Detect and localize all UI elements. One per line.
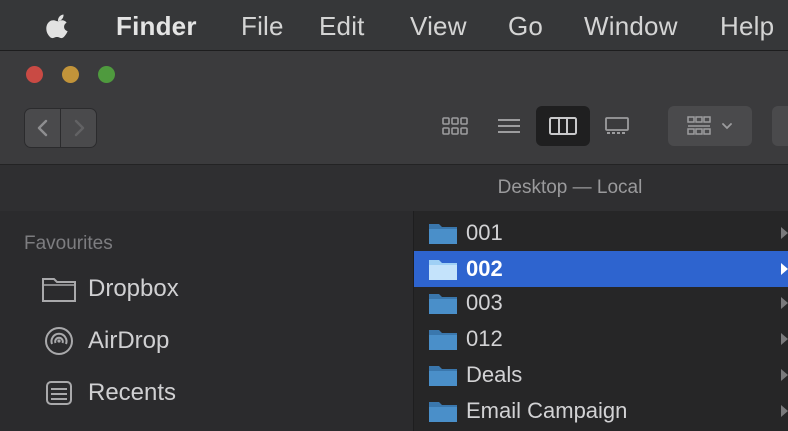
minimize-window-button[interactable] [62, 66, 79, 83]
menu-bar: Finder File Edit View Go Window Help [0, 0, 788, 51]
folder-icon [429, 366, 457, 386]
dropbox-folder-icon [40, 274, 78, 304]
forward-button[interactable] [60, 108, 97, 148]
column-view-icon [549, 117, 577, 135]
icon-view-icon [442, 117, 468, 135]
recents-icon [40, 378, 78, 408]
folder-icon [429, 224, 457, 244]
list-item-003[interactable]: 003 [414, 285, 788, 321]
menu-window[interactable]: Window [584, 12, 678, 40]
icon-view-button[interactable] [428, 106, 482, 146]
sidebar-item-label: Dropbox [88, 275, 179, 302]
folder-icon [429, 294, 457, 314]
gallery-view-icon [605, 117, 629, 134]
file-name: 012 [466, 326, 503, 351]
sidebar-item-label: Recents [88, 379, 177, 406]
disclosure-arrow-icon [781, 227, 788, 239]
folder-icon [429, 402, 457, 422]
view-mode-control [428, 106, 646, 146]
menu-edit[interactable]: Edit [319, 12, 365, 40]
toolbar-overflow-button[interactable] [772, 106, 788, 146]
disclosure-arrow-icon [781, 297, 788, 309]
menu-finder[interactable]: Finder [116, 12, 197, 40]
back-button[interactable] [24, 108, 61, 148]
list-item-002[interactable]: 002 [414, 251, 788, 287]
gallery-view-button[interactable] [590, 106, 644, 146]
sidebar-item-dropbox[interactable]: Dropbox [40, 269, 179, 309]
sidebar: Favourites Dropbox AirDrop Recents [0, 211, 414, 431]
path-bar: Desktop — Local [0, 164, 788, 212]
chevron-down-icon [722, 123, 732, 130]
group-by-button[interactable] [668, 106, 752, 146]
menu-file[interactable]: File [241, 12, 284, 40]
disclosure-arrow-icon [781, 333, 788, 345]
list-view-button[interactable] [482, 106, 536, 146]
menu-help[interactable]: Help [720, 12, 774, 40]
list-item-001[interactable]: 001 [414, 215, 788, 251]
list-item-email-campaign[interactable]: Email Campaign [414, 393, 788, 429]
sidebar-item-recents[interactable]: Recents [40, 373, 176, 413]
airdrop-icon [40, 326, 78, 356]
disclosure-arrow-icon [781, 263, 788, 275]
menu-view[interactable]: View [410, 12, 467, 40]
folder-icon [429, 260, 457, 280]
group-by-icon [687, 116, 711, 135]
file-name: Email Campaign [466, 398, 628, 423]
menu-go[interactable]: Go [508, 12, 543, 40]
sidebar-item-airdrop[interactable]: AirDrop [40, 321, 169, 361]
list-item-deals[interactable]: Deals [414, 357, 788, 393]
sidebar-item-label: AirDrop [88, 327, 170, 354]
chevron-left-icon [37, 119, 47, 137]
disclosure-arrow-icon [781, 405, 788, 417]
close-window-button[interactable] [26, 66, 43, 83]
file-column: 001 002 003 012 Deals Email Campaign [414, 211, 788, 431]
file-name: Deals [466, 362, 523, 387]
file-name: 003 [466, 290, 503, 315]
file-name: 001 [466, 220, 503, 245]
zoom-window-button[interactable] [98, 66, 115, 83]
list-view-icon [498, 119, 520, 133]
column-view-button[interactable] [536, 106, 590, 146]
folder-icon [429, 330, 457, 350]
sidebar-section-favourites: Favourites [24, 233, 113, 254]
file-name: 002 [466, 256, 503, 281]
apple-menu-icon[interactable] [46, 12, 72, 40]
chevron-right-icon [74, 119, 84, 137]
disclosure-arrow-icon [781, 369, 788, 381]
list-item-012[interactable]: 012 [414, 321, 788, 357]
window-title: Desktop — Local [497, 177, 643, 198]
